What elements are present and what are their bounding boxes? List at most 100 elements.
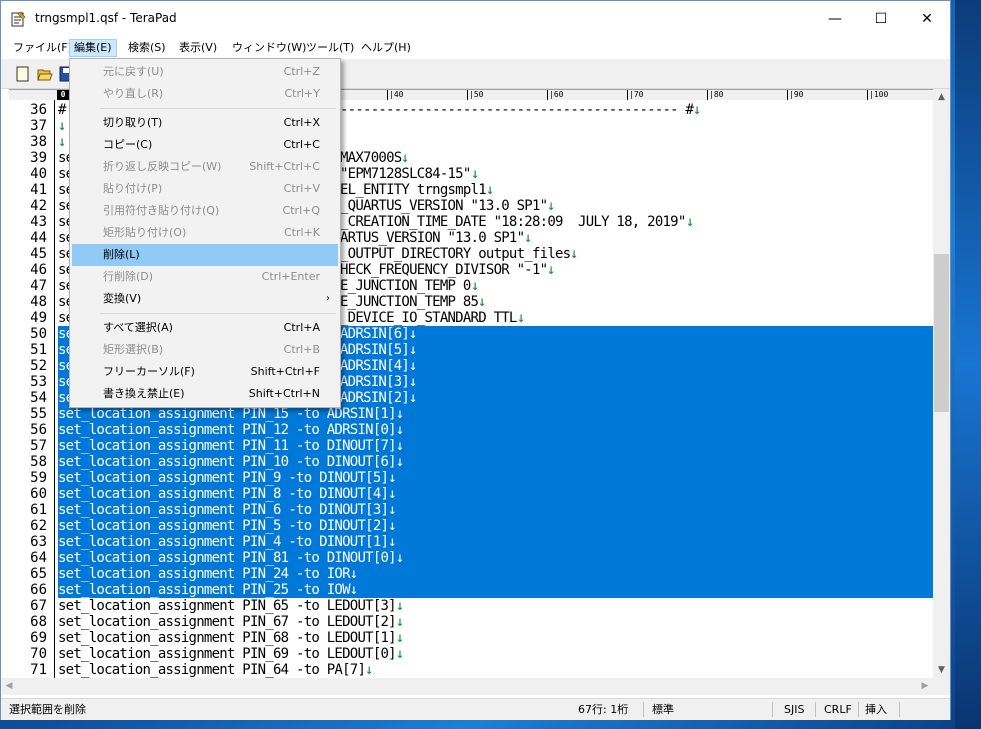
line-text-tail: ADRSIN[2] xyxy=(340,390,410,406)
line-text-tail: ARTUS_VERSION "13.0 SP1" xyxy=(340,230,525,246)
editor-line[interactable]: 62 set_location_assignment PIN_5 -to DINO… xyxy=(9,518,933,534)
line-text: set_location_assignment PIN_69 -to LEDOU… xyxy=(58,646,404,662)
minimize-button[interactable]: — xyxy=(812,1,858,37)
status-insert-mode[interactable]: 挿入 xyxy=(865,699,887,720)
editor-line[interactable]: 68 set_location_assignment PIN_67 -to LED… xyxy=(9,614,933,630)
scroll-right-icon[interactable]: ▶ xyxy=(917,678,933,695)
scroll-up-icon[interactable]: ▲ xyxy=(933,89,950,105)
line-number: 56 xyxy=(30,422,47,438)
editor-line[interactable]: 71 set_location_assignment PIN_64 -to PA[… xyxy=(9,662,933,678)
line-text-start: set_location_assignment PIN_25 -to IOW xyxy=(58,582,351,598)
line-text-tail: E_JUNCTION_TEMP 0 xyxy=(340,278,471,294)
menu-item-label: 行削除(D) xyxy=(103,270,154,283)
editor-line[interactable]: 60 set_location_assignment PIN_8 -to DINO… xyxy=(9,486,933,502)
menu-item-shortcut: Shift+Ctrl+C xyxy=(249,160,320,173)
edit-menu-item: 行削除(D) Ctrl+Enter xyxy=(72,266,338,288)
line-number: 55 xyxy=(30,406,47,422)
menu-file[interactable]: ファイル(F) xyxy=(9,39,76,57)
vertical-scroll-thumb[interactable] xyxy=(934,254,949,412)
menu-item-label: 矩形貼り付け(O) xyxy=(103,226,187,239)
edit-menu-item[interactable]: フリーカーソル(F) Shift+Ctrl+F xyxy=(72,361,338,383)
eol-mark-icon: ↓ xyxy=(693,102,701,118)
menu-help[interactable]: ヘルプ(H) xyxy=(357,39,415,57)
eol-mark-icon: ↓ xyxy=(471,278,479,294)
notepad-app-icon xyxy=(11,11,26,27)
line-number: 60 xyxy=(30,486,47,502)
editor-line[interactable]: 61 set_location_assignment PIN_6 -to DINO… xyxy=(9,502,933,518)
line-number: 65 xyxy=(30,566,47,582)
eol-mark-icon: ↓ xyxy=(409,390,417,406)
eol-mark-icon: ↓ xyxy=(547,262,555,278)
status-line-ending[interactable]: CRLF xyxy=(824,699,852,720)
scroll-left-icon[interactable]: ◀ xyxy=(1,678,17,695)
edit-menu-item[interactable]: 削除(L) xyxy=(72,244,338,266)
open-folder-icon[interactable] xyxy=(37,66,53,82)
status-encoding[interactable]: SJIS xyxy=(784,699,804,720)
editor-line[interactable]: 59 set_location_assignment PIN_9 -to DINO… xyxy=(9,470,933,486)
line-text-tail: ADRSIN[6] xyxy=(340,326,410,342)
editor-line[interactable]: 63 set_location_assignment PIN_4 -to DINO… xyxy=(9,534,933,550)
line-text: set_location_assignment PIN_12 -to ADRSI… xyxy=(58,422,404,438)
menu-item-label: フリーカーソル(F) xyxy=(103,365,195,378)
menu-tools[interactable]: ツール(T) xyxy=(302,39,358,57)
horizontal-scrollbar[interactable]: ◀ ▶ xyxy=(1,678,933,695)
edit-menu-item[interactable]: 変換(V) › xyxy=(72,288,338,310)
menu-item-label: コピー(C) xyxy=(103,138,153,151)
editor-line[interactable]: 65 set_location_assignment PIN_24 -to IOR… xyxy=(9,566,933,582)
eol-mark-icon: ↓ xyxy=(388,470,396,486)
editor-line[interactable]: 56 set_location_assignment PIN_12 -to ADR… xyxy=(9,422,933,438)
line-text-start: set_location_assignment PIN_9 -to DINOUT… xyxy=(58,470,389,486)
line-text-tail: _QUARTUS_VERSION "13.0 SP1" xyxy=(340,198,548,214)
menu-item-shortcut: Ctrl+Y xyxy=(284,87,320,100)
ruler-mark-90: |90 xyxy=(787,90,804,100)
line-number: 57 xyxy=(30,438,47,454)
line-number: 48 xyxy=(30,294,47,310)
eol-mark-icon: ↓ xyxy=(395,454,404,470)
edit-menu-item[interactable]: 切り取り(T) Ctrl+X xyxy=(72,112,338,134)
eol-mark-icon: ↓ xyxy=(58,134,66,150)
line-number: 40 xyxy=(30,166,47,182)
ruler-mark-60: |60 xyxy=(547,90,564,100)
line-text-start: set_location_assignment PIN_12 -to ADRSI… xyxy=(58,422,397,438)
edit-menu-item[interactable]: すべて選択(A) Ctrl+A xyxy=(72,317,338,339)
editor-line[interactable]: 67 set_location_assignment PIN_65 -to LED… xyxy=(9,598,933,614)
line-number: 53 xyxy=(30,374,47,390)
editor-line[interactable]: 58 set_location_assignment PIN_10 -to DIN… xyxy=(9,454,933,470)
eol-mark-icon: ↓ xyxy=(486,182,494,198)
line-number: 42 xyxy=(30,198,47,214)
edit-menu-item[interactable]: コピー(C) Ctrl+C xyxy=(72,134,338,156)
menu-search[interactable]: 検索(S) xyxy=(124,39,170,57)
eol-mark-icon: ↓ xyxy=(388,502,396,518)
eol-mark-icon: ↓ xyxy=(524,230,532,246)
editor-line[interactable]: 69 set_location_assignment PIN_68 -to LED… xyxy=(9,630,933,646)
line-number: 54 xyxy=(30,390,47,406)
vertical-scrollbar[interactable]: ▲ ▼ xyxy=(933,89,950,678)
menu-item-label: 貼り付け(P) xyxy=(103,182,163,195)
eol-mark-icon: ↓ xyxy=(349,566,358,582)
line-text-tail: "EPM7128SLC84-15" xyxy=(340,166,471,182)
menu-item-label: 削除(L) xyxy=(103,248,140,261)
editor-line[interactable]: 66 set_location_assignment PIN_25 -to IOW… xyxy=(9,582,933,598)
menu-item-label: 書き換え禁止(E) xyxy=(103,387,185,400)
menu-edit[interactable]: 編集(E) xyxy=(69,39,117,57)
status-cursor-position: 67行: 1桁 xyxy=(578,703,629,716)
line-text-start: set_location_assignment PIN_69 -to LEDOU… xyxy=(58,646,397,662)
maximize-button[interactable]: ☐ xyxy=(858,1,904,37)
line-number: 44 xyxy=(30,230,47,246)
editor-line[interactable]: 55 set_location_assignment PIN_15 -to ADR… xyxy=(9,406,933,422)
editor-line[interactable]: 64 set_location_assignment PIN_81 -to DIN… xyxy=(9,550,933,566)
eol-mark-icon: ↓ xyxy=(409,342,417,358)
menu-view[interactable]: 表示(V) xyxy=(175,39,221,57)
ruler-mark-80: |80 xyxy=(707,90,724,100)
close-button[interactable]: ✕ xyxy=(904,1,950,37)
editor-line[interactable]: 57 set_location_assignment PIN_11 -to DIN… xyxy=(9,438,933,454)
title-bar[interactable]: trngsmpl1.qsf - TeraPad — ☐ ✕ xyxy=(1,1,950,37)
eol-mark-icon: ↓ xyxy=(395,422,404,438)
menu-item-label: 元に戻す(U) xyxy=(103,65,164,78)
edit-menu-item[interactable]: 書き換え禁止(E) Shift+Ctrl+N xyxy=(72,383,338,405)
scroll-down-icon[interactable]: ▼ xyxy=(933,662,950,678)
editor-line[interactable]: 70 set_location_assignment PIN_69 -to LED… xyxy=(9,646,933,662)
menu-window[interactable]: ウィンドウ(W) xyxy=(228,39,310,57)
new-file-icon[interactable] xyxy=(15,66,31,82)
line-number: 64 xyxy=(30,550,47,566)
